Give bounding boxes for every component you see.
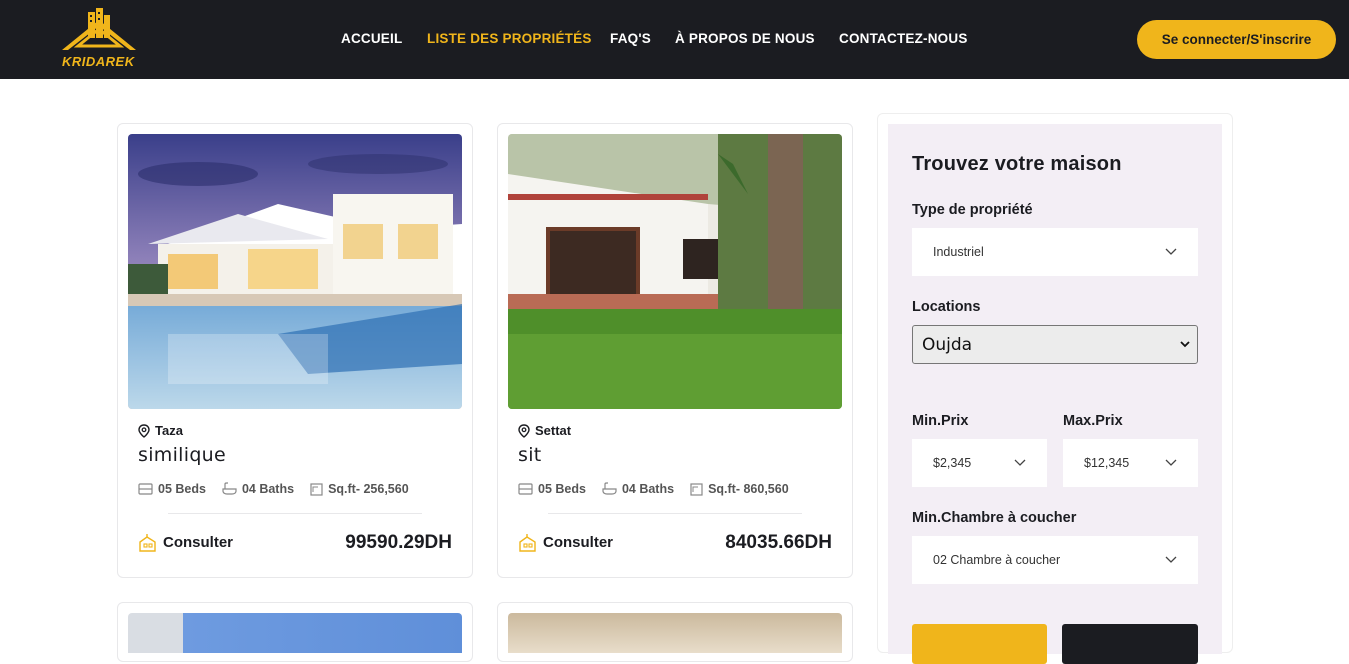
property-location: Settat: [518, 423, 571, 438]
property-title[interactable]: similique: [138, 444, 226, 466]
map-pin-icon: [138, 423, 150, 438]
area-feature: Sq.ft- 860,560: [690, 482, 789, 496]
bed-icon: [138, 483, 153, 495]
map-pin-icon: [518, 423, 530, 438]
property-type-select[interactable]: Industriel: [912, 228, 1198, 276]
consult-link[interactable]: Consulter: [518, 533, 613, 552]
bedrooms-label: Min.Chambre à coucher: [912, 510, 1077, 526]
location-text: Settat: [535, 423, 572, 438]
nav-property-list[interactable]: LISTE DES PROPRIÉTÉS: [427, 31, 592, 46]
nav-contact[interactable]: CONTACTEZ-NOUS: [839, 31, 968, 46]
nav-faq[interactable]: FAQ'S: [610, 31, 651, 46]
chevron-down-icon: [1165, 248, 1177, 255]
beds-feature: 05 Beds: [518, 482, 586, 496]
search-heading: Trouvez votre maison: [912, 153, 1122, 175]
site-header: KRIDAREK ACCUEIL LISTE DES PROPRIÉTÉS FA…: [0, 0, 1349, 79]
building-icon: [519, 534, 536, 552]
area-icon: [690, 482, 703, 496]
divider: [168, 513, 422, 514]
property-card: Taza similique 05 Beds 04 Baths Sq.ft- 2…: [117, 123, 473, 578]
min-price-label: Min.Prix: [912, 413, 969, 429]
search-panel: Trouvez votre maison Type de propriété I…: [888, 124, 1222, 664]
property-price: 99590.29DH: [345, 532, 452, 553]
property-card-partial: [117, 602, 473, 662]
max-price-select[interactable]: $12,345: [1063, 439, 1198, 487]
baths-feature: 04 Baths: [602, 482, 674, 496]
bed-icon: [518, 483, 533, 495]
chevron-down-icon: [1165, 459, 1177, 466]
logo-house-icon: [62, 8, 136, 50]
search-button[interactable]: [912, 624, 1047, 664]
beds-feature: 05 Beds: [138, 482, 206, 496]
reset-button[interactable]: [1062, 624, 1198, 664]
min-price-select[interactable]: $2,345: [912, 439, 1047, 487]
login-button[interactable]: Se connecter/S'inscrire: [1137, 20, 1336, 59]
area-feature: Sq.ft- 256,560: [310, 482, 409, 496]
consult-link[interactable]: Consulter: [138, 533, 233, 552]
location-text: Taza: [155, 423, 183, 438]
chevron-down-icon: [1165, 556, 1177, 563]
property-price: 84035.66DH: [725, 532, 832, 553]
property-image[interactable]: [128, 134, 462, 409]
nav-about[interactable]: À PROPOS DE NOUS: [675, 31, 815, 46]
max-price-label: Max.Prix: [1063, 413, 1123, 429]
property-card-partial: [497, 602, 853, 662]
property-title[interactable]: sit: [518, 444, 542, 466]
area-icon: [310, 482, 323, 496]
property-image[interactable]: [128, 613, 462, 653]
logo-wordmark: KRIDAREK: [62, 54, 135, 69]
chevron-down-icon: [1180, 341, 1190, 348]
property-features: 05 Beds 04 Baths Sq.ft- 860,560: [518, 482, 789, 496]
nav-home[interactable]: ACCUEIL: [341, 31, 402, 46]
property-features: 05 Beds 04 Baths Sq.ft- 256,560: [138, 482, 409, 496]
building-icon: [139, 534, 156, 552]
locations-select[interactable]: Oujda: [912, 325, 1198, 364]
property-location: Taza: [138, 423, 183, 438]
property-image[interactable]: [508, 613, 842, 653]
chevron-down-icon: [1014, 459, 1026, 466]
locations-label: Locations: [912, 299, 981, 315]
property-image[interactable]: [508, 134, 842, 409]
bedrooms-select[interactable]: 02 Chambre à coucher: [912, 536, 1198, 584]
bath-icon: [602, 482, 617, 495]
divider: [548, 513, 802, 514]
property-type-label: Type de propriété: [912, 202, 1033, 218]
baths-feature: 04 Baths: [222, 482, 294, 496]
bath-icon: [222, 482, 237, 495]
property-card: Settat sit 05 Beds 04 Baths Sq.ft- 860,5…: [497, 123, 853, 578]
